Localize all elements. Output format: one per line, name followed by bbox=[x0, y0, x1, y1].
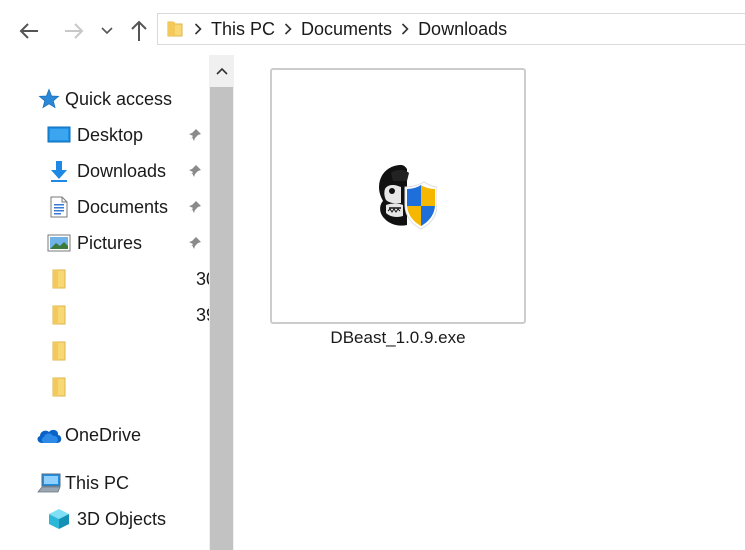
nav-label: This PC bbox=[65, 472, 130, 493]
pin-icon[interactable] bbox=[186, 162, 204, 180]
nav-item-onedrive[interactable]: OneDrive bbox=[0, 417, 209, 453]
nav-item-quick-access[interactable]: Quick access bbox=[0, 81, 209, 117]
scroll-thumb[interactable] bbox=[210, 87, 233, 550]
chevron-right-icon[interactable] bbox=[278, 23, 298, 35]
arrow-up-icon bbox=[131, 20, 147, 41]
folder-icon bbox=[162, 14, 188, 44]
folder-icon bbox=[47, 303, 71, 327]
recent-locations-button[interactable] bbox=[94, 16, 120, 46]
pin-icon[interactable] bbox=[186, 198, 204, 216]
cube-3d-icon bbox=[47, 507, 71, 531]
desktop-icon bbox=[47, 123, 71, 147]
pin-icon[interactable] bbox=[186, 126, 204, 144]
forward-button[interactable] bbox=[59, 16, 89, 46]
gorilla-shield-app-icon bbox=[379, 165, 437, 230]
folder-icon bbox=[47, 375, 71, 399]
nav-label: 30 bbox=[196, 268, 209, 289]
nav-label: Quick access bbox=[65, 88, 173, 109]
chevron-down-icon bbox=[101, 27, 113, 35]
pin-icon[interactable] bbox=[186, 234, 204, 252]
address-bar[interactable]: This PC Documents Downloads bbox=[157, 13, 745, 45]
back-button[interactable] bbox=[14, 16, 44, 46]
nav-item-documents[interactable]: Documents bbox=[0, 189, 209, 225]
pictures-icon bbox=[47, 231, 71, 255]
chevron-up-icon bbox=[215, 67, 228, 75]
nav-item-folder[interactable] bbox=[0, 369, 209, 405]
chevron-right-icon[interactable] bbox=[395, 23, 415, 35]
chevron-right-icon[interactable] bbox=[188, 23, 208, 35]
document-icon bbox=[47, 195, 71, 219]
breadcrumb-downloads[interactable]: Downloads bbox=[415, 19, 510, 40]
arrow-left-icon bbox=[19, 23, 38, 39]
nav-item-desktop[interactable]: Desktop bbox=[0, 117, 209, 153]
scroll-up-button[interactable] bbox=[209, 55, 234, 87]
download-arrow-icon bbox=[47, 159, 71, 183]
onedrive-cloud-icon bbox=[35, 423, 63, 447]
breadcrumb-this-pc[interactable]: This PC bbox=[208, 19, 278, 40]
nav-item-this-pc[interactable]: This PC bbox=[0, 465, 209, 501]
folder-icon bbox=[47, 339, 71, 363]
computer-icon bbox=[36, 471, 62, 495]
star-icon bbox=[37, 87, 61, 111]
nav-item-folder[interactable]: 39 bbox=[0, 297, 209, 333]
breadcrumb-documents[interactable]: Documents bbox=[298, 19, 395, 40]
file-item-selected[interactable] bbox=[270, 68, 526, 324]
nav-label: 3D Objects bbox=[77, 508, 167, 529]
up-button[interactable] bbox=[124, 16, 154, 46]
nav-label: Desktop bbox=[77, 124, 144, 145]
file-name-label[interactable]: DBeast_1.0.9.exe bbox=[270, 328, 526, 348]
folder-icon bbox=[47, 267, 71, 291]
nav-pane-scrollbar[interactable] bbox=[209, 55, 234, 550]
nav-item-folder[interactable] bbox=[0, 333, 209, 369]
nav-label: 39 bbox=[196, 304, 209, 325]
navigation-pane: Quick access Desktop Downloads Documents… bbox=[0, 55, 209, 550]
arrow-right-icon bbox=[65, 23, 84, 39]
nav-item-3d-objects[interactable]: 3D Objects bbox=[0, 501, 209, 537]
nav-item-downloads[interactable]: Downloads bbox=[0, 153, 209, 189]
nav-label: Pictures bbox=[77, 232, 143, 253]
nav-item-folder[interactable]: 30 bbox=[0, 261, 209, 297]
nav-label: Downloads bbox=[77, 160, 167, 181]
nav-item-pictures[interactable]: Pictures bbox=[0, 225, 209, 261]
nav-label: Documents bbox=[77, 196, 169, 217]
nav-label: OneDrive bbox=[65, 424, 142, 445]
